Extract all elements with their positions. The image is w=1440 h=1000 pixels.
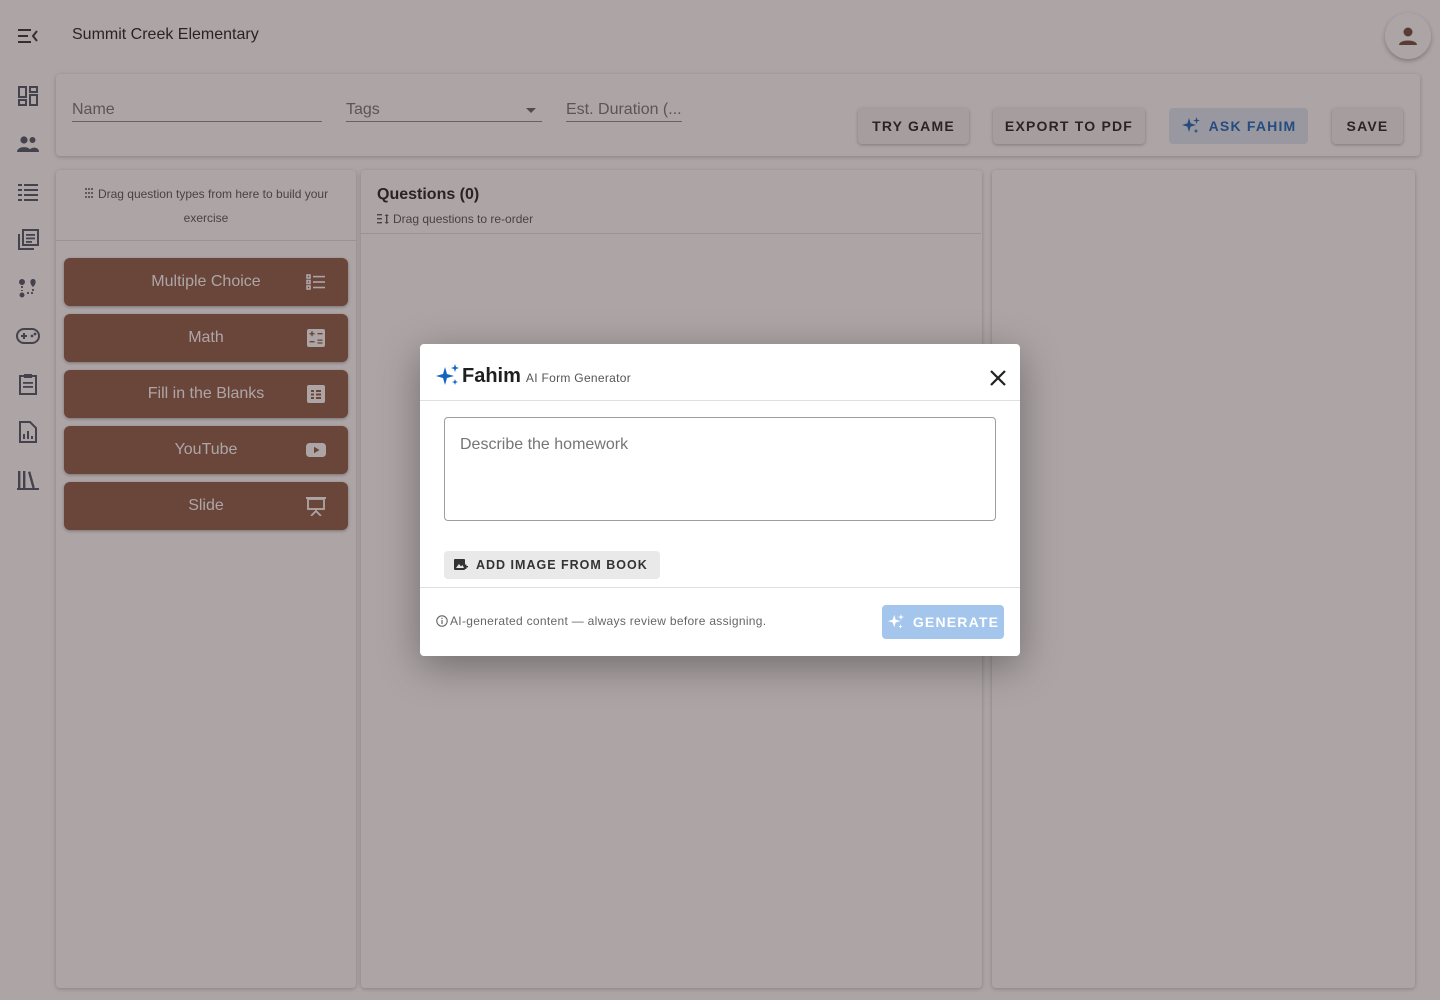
- add-photo-icon: [454, 559, 468, 570]
- divider: [420, 400, 1020, 401]
- sparkle-icon: [436, 364, 459, 385]
- dialog-brand: Fahim: [462, 364, 521, 387]
- ai-disclaimer-text: AI-generated content — always review bef…: [450, 614, 767, 628]
- divider: [420, 587, 1020, 588]
- ai-form-generator-dialog: Fahim AI Form Generator Describe the hom…: [420, 344, 1020, 656]
- generate-button[interactable]: GENERATE: [882, 605, 1004, 639]
- info-icon: [436, 615, 448, 627]
- close-icon[interactable]: [986, 366, 1010, 390]
- generate-label: GENERATE: [912, 614, 1000, 630]
- ai-disclaimer: AI-generated content — always review bef…: [436, 614, 766, 628]
- textarea-placeholder: Describe the homework: [460, 436, 629, 453]
- add-image-label: ADD IMAGE FROM BOOK: [476, 558, 648, 572]
- add-image-from-book-button[interactable]: ADD IMAGE FROM BOOK: [444, 551, 660, 579]
- sparkle-icon: [887, 613, 904, 629]
- dialog-header: Fahim AI Form Generator: [436, 364, 631, 388]
- dialog-subtitle: AI Form Generator: [525, 371, 632, 385]
- homework-description-textarea[interactable]: Describe the homework: [444, 417, 996, 521]
